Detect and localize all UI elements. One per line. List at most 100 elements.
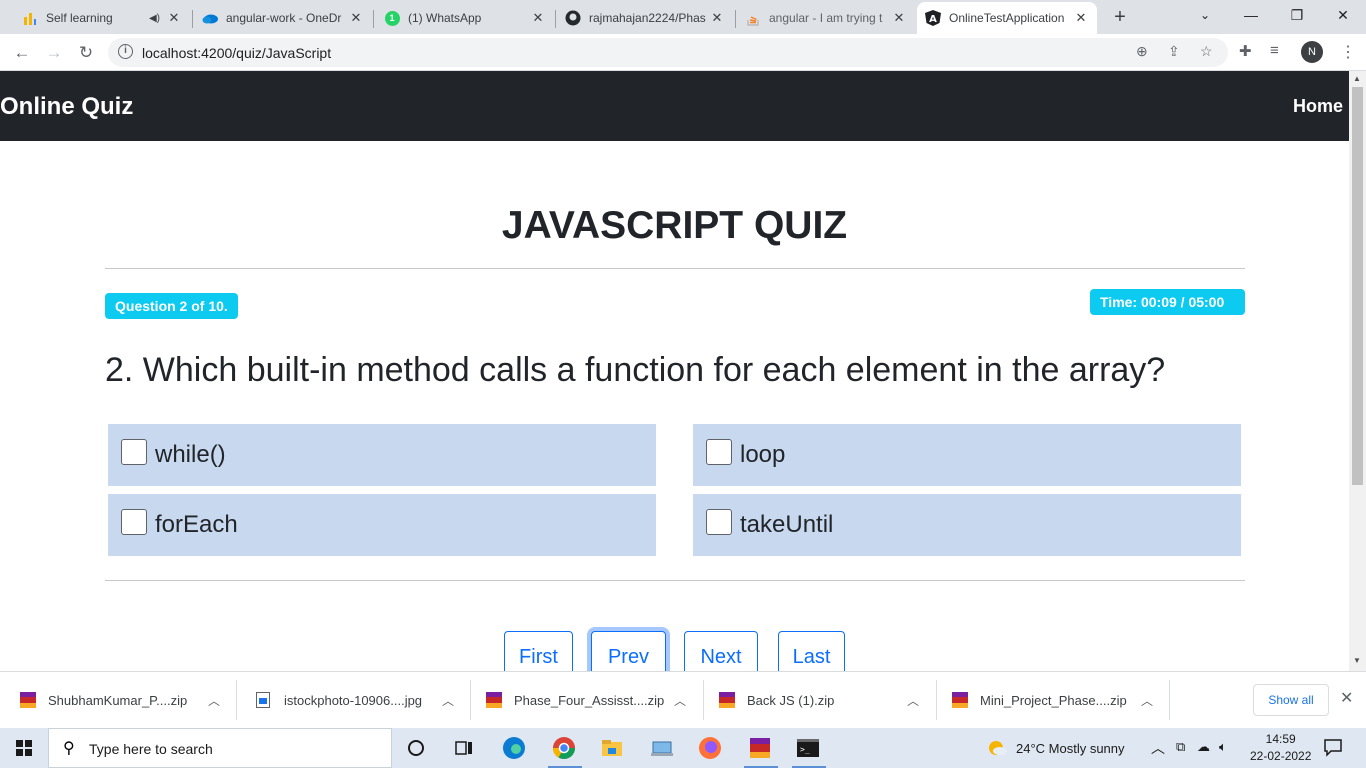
option-foreach[interactable]: forEach (108, 494, 656, 556)
tab-search-chevron-icon[interactable]: ⌄ (1182, 0, 1228, 32)
browser-toolbar: ← → ↻ i localhost:4200/quiz/JavaScript ⊕… (0, 34, 1366, 71)
option-checkbox[interactable] (706, 509, 732, 535)
close-icon[interactable]: ✕ (166, 10, 182, 26)
chrome-browser-icon[interactable] (550, 734, 578, 762)
close-icon[interactable]: ✕ (348, 10, 364, 26)
close-icon[interactable]: ✕ (530, 10, 546, 26)
search-placeholder: Type here to search (89, 741, 213, 757)
address-bar[interactable]: i localhost:4200/quiz/JavaScript ⊕ ⇪ ☆ (108, 38, 1228, 67)
last-button[interactable]: Last (778, 631, 845, 671)
page-scrollbar[interactable]: ▲ ▼ (1349, 71, 1366, 671)
chevron-up-icon[interactable]: ︿ (208, 692, 220, 709)
scroll-down-arrow-icon[interactable]: ▼ (1353, 656, 1361, 665)
terminal-icon[interactable]: >_ (794, 734, 822, 762)
profile-avatar[interactable]: N (1301, 41, 1323, 63)
firefox-browser-icon[interactable] (696, 734, 724, 762)
this-pc-icon[interactable] (648, 734, 676, 762)
tab-self-learning[interactable]: Self learning ◀) ✕ (14, 2, 190, 34)
close-icon[interactable]: ✕ (1340, 688, 1353, 708)
notifications-icon[interactable] (1323, 737, 1343, 760)
download-item[interactable]: istockphoto-10906....jpg ︿ (236, 672, 470, 728)
edge-browser-icon[interactable] (500, 734, 528, 762)
option-checkbox[interactable] (121, 509, 147, 535)
cortana-icon[interactable] (402, 734, 430, 762)
tab-onedrive[interactable]: angular-work - OneDr ✕ (194, 2, 372, 34)
option-loop[interactable]: loop (693, 424, 1241, 486)
tab-online-test-application[interactable]: A OnlineTestApplication ✕ (917, 2, 1097, 34)
option-takeuntil[interactable]: takeUntil (693, 494, 1241, 556)
first-button[interactable]: First (504, 631, 573, 671)
question-text: 2. Which built-in method calls a functio… (105, 351, 1166, 389)
reload-icon[interactable]: ↻ (72, 39, 100, 67)
weather-text[interactable]: 24°C Mostly sunny (1016, 741, 1125, 756)
search-icon: ⚲ (63, 740, 75, 757)
whatsapp-icon: 1 (384, 10, 400, 26)
angular-icon: A (925, 10, 941, 26)
tab-github[interactable]: rajmahajan2224/Phas ✕ (557, 2, 733, 34)
extensions-puzzle-icon[interactable]: ✚ (1239, 42, 1252, 60)
download-filename: Back JS (1).zip (747, 692, 835, 708)
zoom-icon[interactable]: ⊕ (1136, 43, 1148, 60)
download-filename: ShubhamKumar_P....zip (48, 692, 188, 708)
new-tab-plus-icon[interactable]: + (1108, 4, 1132, 30)
more-menu-icon[interactable]: ⋮ (1340, 42, 1356, 62)
file-explorer-icon[interactable] (598, 734, 626, 762)
forward-arrow-icon[interactable]: → (40, 39, 68, 67)
system-clock[interactable]: 14:59 22-02-2022 (1250, 731, 1311, 765)
option-label: loop (740, 441, 786, 468)
option-checkbox[interactable] (121, 439, 147, 465)
share-icon[interactable]: ⇪ (1168, 43, 1180, 60)
show-all-downloads-button[interactable]: Show all (1253, 684, 1329, 716)
volume-icon[interactable]: 🔈︎ (1219, 739, 1227, 755)
task-view-icon[interactable] (450, 734, 478, 762)
download-item[interactable]: Mini_Project_Phase....zip ︿ (932, 672, 1169, 728)
page-viewport: Online Quiz Home JAVASCRIPT QUIZ Questio… (0, 71, 1349, 671)
site-info-icon[interactable]: i (118, 44, 133, 59)
tab-label: OnlineTestApplication (949, 11, 1065, 25)
tab-stackoverflow[interactable]: angular - I am trying t ✕ (737, 2, 915, 34)
chevron-up-icon[interactable]: ︿ (907, 692, 919, 709)
meet-now-icon[interactable]: ⧉ (1176, 739, 1185, 755)
option-label: while() (155, 441, 226, 468)
bookmark-star-icon[interactable]: ☆ (1200, 43, 1213, 60)
close-icon[interactable]: ✕ (709, 10, 725, 26)
speaker-icon[interactable]: ◀) (149, 13, 160, 24)
scroll-up-arrow-icon[interactable]: ▲ (1353, 74, 1361, 83)
quiz-navbar: Online Quiz Home (0, 71, 1349, 141)
scrollbar-thumb[interactable] (1352, 87, 1363, 485)
prev-button[interactable]: Prev (591, 631, 666, 671)
github-icon (565, 10, 581, 26)
download-filename: Mini_Project_Phase....zip (980, 692, 1127, 708)
tray-chevron-up-icon[interactable]: ︿ (1151, 738, 1165, 758)
tab-whatsapp[interactable]: 1 (1) WhatsApp ✕ (376, 2, 554, 34)
minimize-icon[interactable]: — (1228, 0, 1274, 32)
download-item[interactable]: Back JS (1).zip ︿ (699, 672, 935, 728)
taskbar-search-box[interactable]: ⚲ Type here to search (48, 728, 392, 768)
chevron-up-icon[interactable]: ︿ (1141, 692, 1153, 709)
weather-sun-icon[interactable] (986, 738, 1008, 761)
download-filename: istockphoto-10906....jpg (284, 692, 423, 708)
tab-divider (735, 10, 736, 28)
tab-label: rajmahajan2224/Phas (589, 11, 706, 25)
chevron-up-icon[interactable]: ︿ (442, 692, 454, 709)
back-arrow-icon[interactable]: ← (8, 39, 36, 67)
restore-icon[interactable]: ❐ (1274, 0, 1320, 32)
close-icon[interactable]: ✕ (891, 10, 907, 26)
windows-start-button[interactable] (0, 728, 48, 768)
network-icon[interactable]: ☁ (1197, 739, 1210, 755)
divider (105, 580, 1245, 581)
close-window-icon[interactable]: ✕ (1320, 0, 1366, 32)
chevron-up-icon[interactable]: ︿ (674, 692, 686, 709)
option-checkbox[interactable] (706, 439, 732, 465)
winrar-app-icon[interactable] (746, 734, 774, 762)
download-item[interactable]: Phase_Four_Assisst....zip ︿ (466, 672, 702, 728)
next-button[interactable]: Next (684, 631, 758, 671)
close-icon[interactable]: ✕ (1073, 10, 1089, 26)
download-item[interactable]: ShubhamKumar_P....zip ︿ (0, 672, 236, 728)
option-while[interactable]: while() (108, 424, 656, 486)
media-queue-icon[interactable]: ≡ (1270, 42, 1279, 59)
home-link[interactable]: Home (1293, 96, 1343, 117)
brand-title[interactable]: Online Quiz (0, 93, 133, 121)
windows-taskbar: ⚲ Type here to search >_ 24°C Mostly sun… (0, 728, 1366, 768)
stackoverflow-icon (745, 10, 761, 26)
